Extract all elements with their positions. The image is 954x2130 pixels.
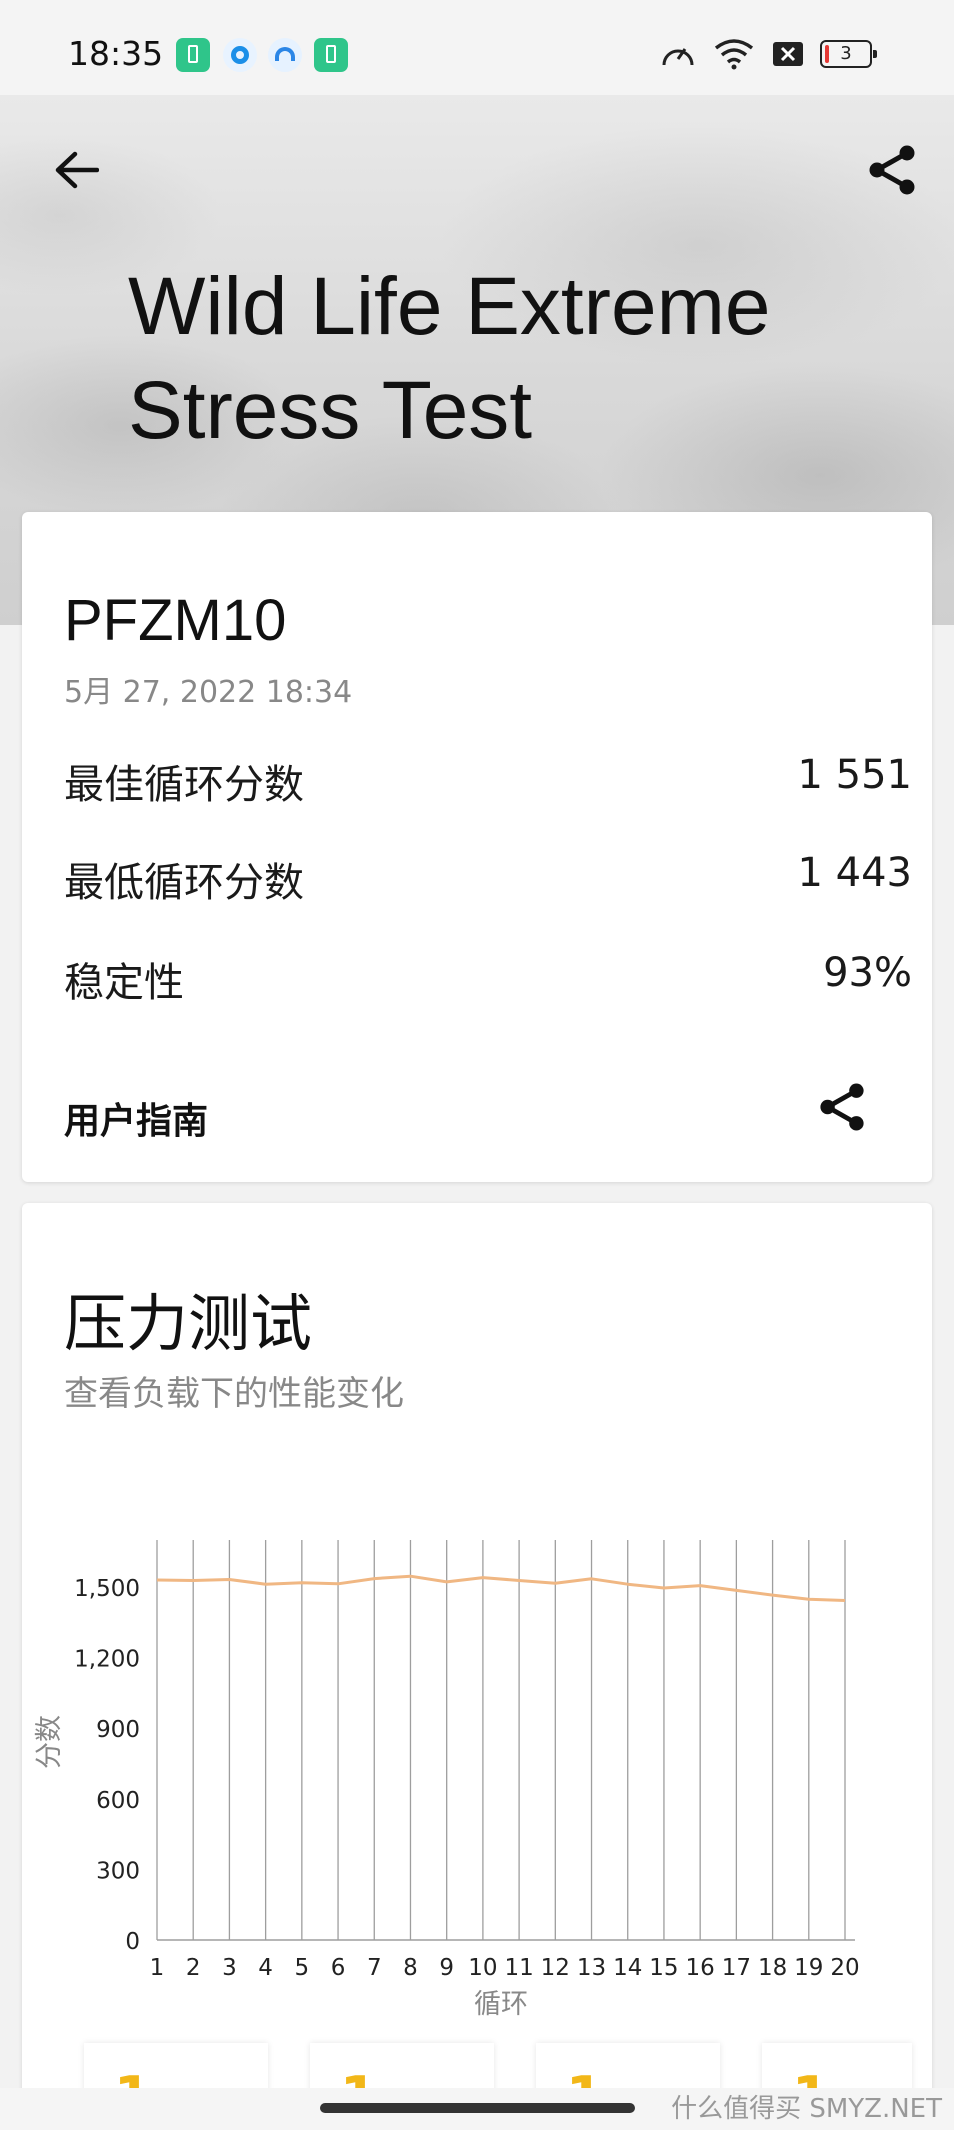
arrow-left-icon — [55, 151, 99, 189]
x-tick-label: 12 — [541, 1955, 570, 1981]
y-tick-label: 900 — [96, 1717, 140, 1743]
home-indicator[interactable] — [320, 2103, 635, 2113]
y-tick-label: 1,500 — [74, 1576, 140, 1602]
x-tick-label: 20 — [830, 1955, 859, 1981]
x-axis-label: 循环 — [474, 1989, 528, 2020]
x-tick-label: 14 — [613, 1955, 642, 1981]
page-title-line-1: Wild Life Extreme — [128, 261, 771, 352]
stress-test-card: 压力测试 查看负载下的性能变化 0 300 600 900 1,200 1,500 1 2 3 4… — [22, 1203, 932, 2103]
charging-notification-icon — [314, 38, 348, 72]
app-notification-icon — [223, 38, 257, 72]
x-tick-label: 13 — [577, 1955, 606, 1981]
x-tick-label: 17 — [722, 1955, 751, 1981]
metric-value: 1 551 — [797, 752, 912, 798]
stress-test-chart: 03006009001,2001,5001 2 3 4 5 6 7 8 9 10 11 12 13 14 1… — [34, 1540, 860, 2020]
y-tick-label: 300 — [96, 1858, 140, 1884]
x-tick-label: 5 — [295, 1955, 310, 1981]
wifi-icon — [714, 39, 754, 70]
x-tick-label: 9 — [439, 1955, 454, 1981]
battery-indicator: 3 — [820, 40, 877, 68]
share-button[interactable] — [862, 140, 922, 200]
y-tick-label: 1,200 — [74, 1647, 140, 1673]
share-icon — [869, 145, 915, 195]
watermark: 什么值得买 SMYZ.NET — [671, 2094, 942, 2124]
section-subtitle: 查看负载下的性能变化 — [64, 1374, 404, 1414]
metric-label: 最低循环分数 — [64, 860, 304, 906]
score-series-line — [156, 1574, 846, 1602]
x-tick-label: 4 — [258, 1955, 273, 1981]
metric-label: 最佳循环分数 — [64, 762, 304, 808]
device-name: PFZM10 — [64, 588, 287, 653]
best-loop-score-row: 最佳循环分数 1 551 — [64, 752, 912, 812]
page-title-line-2: Stress Test — [128, 365, 533, 456]
y-axis-label: 分数 — [34, 1715, 65, 1769]
status-time: 18:35 — [68, 34, 164, 73]
no-sim-icon — [773, 42, 803, 66]
test-date: 5月 27, 2022 18:34 — [64, 675, 353, 710]
result-summary-card: PFZM10 5月 27, 2022 18:34 最佳循环分数 1 551 最低… — [22, 512, 932, 1182]
x-tick-label: 19 — [794, 1955, 823, 1981]
battery-app-notification-icon — [176, 38, 210, 72]
x-tick-label: 16 — [686, 1955, 715, 1981]
x-tick-label: 6 — [331, 1955, 346, 1981]
stability-row: 稳定性 93% — [64, 950, 912, 1010]
y-tick-label: 0 — [125, 1929, 140, 1955]
speedometer-icon — [662, 48, 694, 66]
share-result-button[interactable] — [812, 1077, 872, 1137]
x-tick-label: 15 — [649, 1955, 678, 1981]
x-tick-label: 10 — [468, 1955, 497, 1981]
back-button[interactable] — [46, 140, 106, 200]
x-tick-label: 8 — [403, 1955, 418, 1981]
browser-notification-icon — [268, 38, 302, 72]
user-guide-link[interactable]: 用户指南 — [64, 1092, 208, 1144]
x-tick-label: 18 — [758, 1955, 787, 1981]
status-bar: 18:35 3 — [0, 0, 954, 95]
metric-label: 稳定性 — [64, 960, 184, 1006]
section-title: 压力测试 — [64, 1287, 313, 1360]
page-title: Wild Life Extreme Stress Test — [128, 255, 908, 463]
share-icon — [820, 1083, 864, 1131]
metric-value: 93% — [823, 950, 912, 996]
system-icons — [660, 34, 804, 74]
x-tick-label: 11 — [504, 1955, 533, 1981]
y-tick-label: 600 — [96, 1788, 140, 1814]
x-tick-label: 2 — [186, 1955, 201, 1981]
x-tick-label: 1 — [150, 1955, 165, 1981]
lowest-loop-score-row: 最低循环分数 1 443 — [64, 850, 912, 910]
x-tick-label: 7 — [367, 1955, 382, 1981]
metric-value: 1 443 — [797, 850, 912, 896]
x-tick-label: 3 — [222, 1955, 237, 1981]
